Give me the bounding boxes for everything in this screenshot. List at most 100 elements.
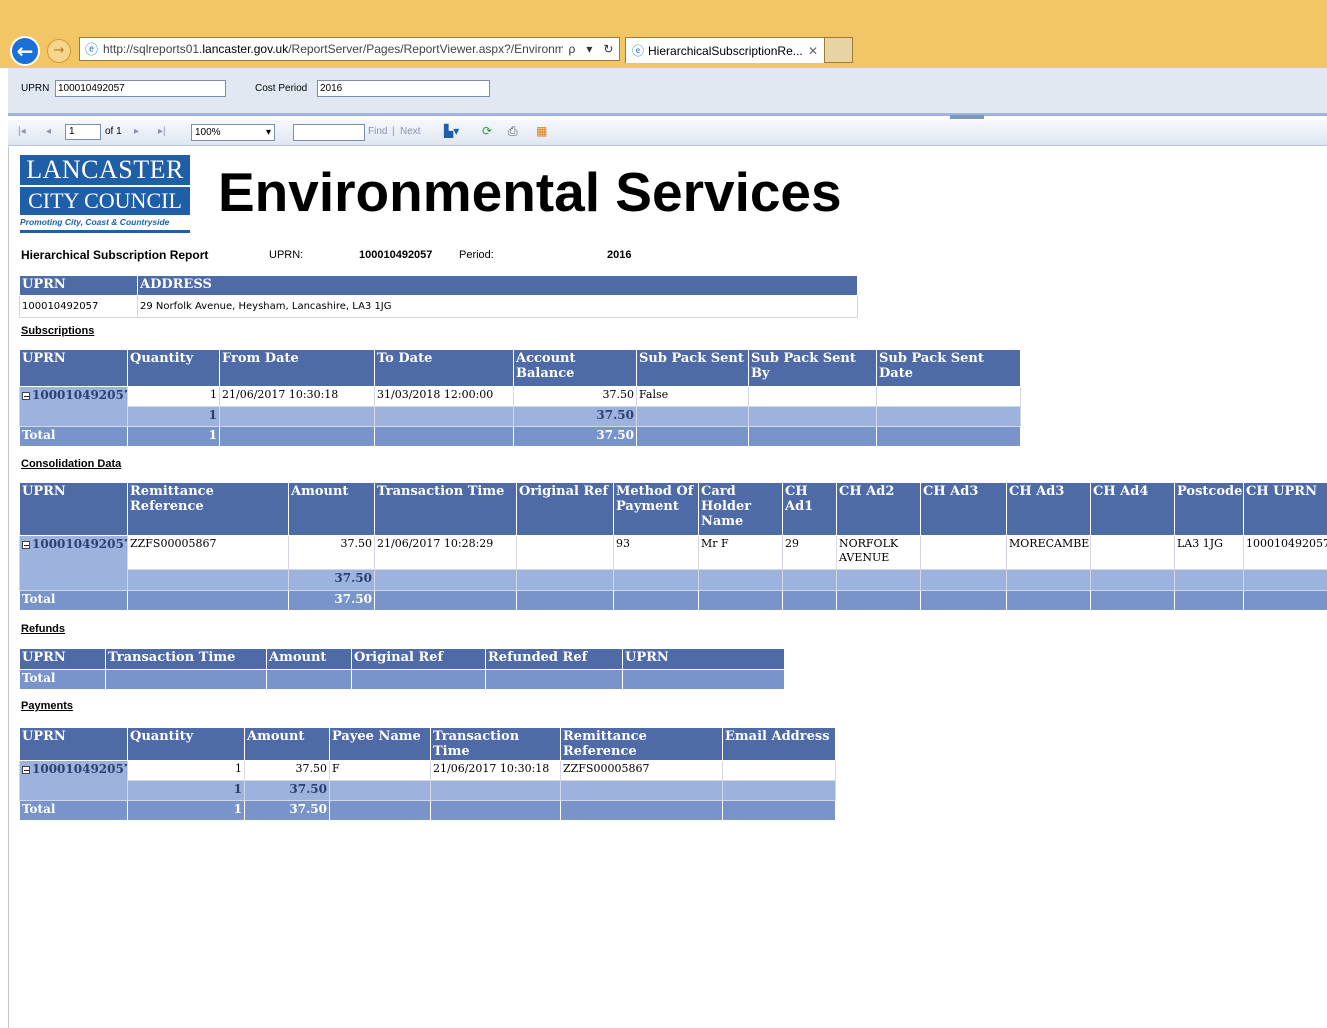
first-page-icon[interactable]: |◂ (18, 126, 26, 137)
group-uprn-cell[interactable]: −100010492057 (19, 760, 128, 801)
parameter-splitter-handle[interactable] (950, 115, 984, 119)
ref-total-label: Total (19, 669, 106, 690)
period-header-label: Period: (459, 249, 494, 261)
sub-total-label: Total (19, 426, 128, 447)
consolidation-table: UPRN Remittance Reference Amount Transac… (19, 482, 1327, 611)
next-page-icon[interactable]: ▸ (134, 126, 139, 137)
pay-col-quantity: Quantity (127, 727, 245, 761)
payments-table: UPRN Quantity Amount Payee Name Transact… (19, 727, 836, 821)
con-ch-ad3 (920, 535, 1007, 570)
pay-remittance: ZZFS00005867 (560, 760, 723, 781)
pay-quantity: 1 (127, 760, 245, 781)
council-logo: LANCASTER CITY COUNCIL Promoting City, C… (20, 155, 190, 233)
pay-total-label: Total (19, 800, 128, 821)
zoom-select[interactable]: 100% ▾ (191, 124, 275, 141)
collapse-toggle-icon[interactable]: − (22, 540, 30, 549)
pay-email (722, 760, 836, 781)
chevron-down-icon[interactable]: ▾ (586, 42, 592, 56)
ref-col-original-ref: Original Ref (351, 648, 486, 670)
address-uprn: 100010492057 (19, 295, 138, 318)
total-row: Total 1 37.50 (19, 426, 1021, 447)
back-arrow-icon[interactable]: ← (10, 36, 40, 66)
logo-tagline: Promoting City, Coast & Countryside (20, 217, 170, 227)
pay-total-quantity: 1 (127, 800, 245, 821)
con-col-transaction-time: Transaction Time (374, 482, 517, 536)
tab-title: HierarchicalSubscriptionRe... (648, 43, 803, 58)
sub-col-sub-pack-sent: Sub Pack Sent (636, 349, 749, 387)
pay-col-uprn: UPRN (19, 727, 128, 761)
sub-balance: 37.50 (513, 386, 637, 407)
report-title: Environmental Services (218, 161, 842, 223)
sub-col-sub-pack-sent-by: Sub Pack Sent By (748, 349, 877, 387)
forward-arrow-icon[interactable]: → (47, 39, 71, 63)
collapse-toggle-icon[interactable]: − (22, 391, 30, 400)
collapse-toggle-icon[interactable]: − (22, 765, 30, 774)
address-value: 29 Norfolk Avenue, Heysham, Lancashire, … (137, 295, 858, 318)
subscriptions-table: UPRN Quantity From Date To Date Account … (19, 349, 1021, 447)
pay-total-amount: 37.50 (244, 800, 330, 821)
ref-col-uprn-2: UPRN (622, 648, 785, 670)
refresh-icon[interactable]: ↻ (603, 42, 613, 56)
address-url[interactable]: http://sqlreports01.lancaster.gov.uk/Rep… (103, 42, 563, 56)
con-col-card-holder: Card Holder Name (698, 482, 783, 536)
address-bar[interactable]: ⓔ http://sqlreports01.lancaster.gov.uk/R… (79, 37, 620, 61)
sub-pack-sent-date (876, 386, 1021, 407)
cost-period-input[interactable]: 2016 (317, 80, 490, 97)
close-icon[interactable]: ✕ (808, 44, 818, 58)
find-link[interactable]: Find (368, 126, 387, 137)
last-page-icon[interactable]: ▸| (158, 126, 166, 137)
browser-tab[interactable]: ⓔ HierarchicalSubscriptionRe... ✕ (625, 37, 825, 63)
pay-col-amount: Amount (244, 727, 330, 761)
pay-col-transaction-time: Transaction Time (430, 727, 561, 761)
pay-col-payee-name: Payee Name (329, 727, 431, 761)
export-icon[interactable]: ▙▾ (444, 124, 459, 138)
new-tab-button[interactable] (825, 37, 853, 63)
find-input[interactable] (293, 124, 365, 141)
total-row: Total 37.50 (19, 590, 1327, 611)
previous-page-icon[interactable]: ◂ (46, 126, 51, 137)
ref-col-uprn: UPRN (19, 648, 106, 670)
con-ch-uprn: 100010492057 (1243, 535, 1327, 570)
con-subtotal-amount: 37.50 (288, 569, 375, 591)
sub-total-balance: 37.50 (513, 426, 637, 447)
toolbar-separator: | (392, 126, 395, 137)
refunds-heading: Refunds (21, 623, 65, 635)
con-ch-ad3b: MORECAMBE (1006, 535, 1091, 570)
sub-col-sub-pack-sent-date: Sub Pack Sent Date (876, 349, 1021, 387)
con-transaction-time: 21/06/2017 10:28:29 (374, 535, 517, 570)
uprn-param-input[interactable]: 100010492057 (55, 80, 226, 97)
sub-col-quantity: Quantity (127, 349, 220, 387)
page-number-input[interactable]: 1 (65, 124, 101, 140)
table-row: −100010492057 ZZFS00005867 37.50 21/06/2… (19, 535, 1327, 591)
refresh-report-icon[interactable]: ⟳ (482, 124, 492, 138)
refunds-table: UPRN Transaction Time Amount Original Re… (19, 648, 785, 690)
uprn-header-value: 100010492057 (359, 249, 433, 261)
atom-feed-icon[interactable]: ▦ (536, 124, 547, 138)
print-icon[interactable]: ⎙ (508, 124, 518, 139)
sub-col-account-balance: Account Balance (513, 349, 637, 387)
search-icon[interactable]: ρ (569, 42, 576, 56)
subscriptions-heading: Subscriptions (21, 325, 95, 337)
con-col-ch-ad2: CH Ad2 (836, 482, 921, 536)
sub-pack-sent-by (748, 386, 877, 407)
pay-transaction-time: 21/06/2017 10:30:18 (430, 760, 561, 781)
uprn-param-label: UPRN (21, 83, 50, 94)
table-row: −100010492057 1 37.50 F 21/06/2017 10:30… (19, 760, 836, 801)
sub-col-to-date: To Date (374, 349, 514, 387)
sub-subtotal-quantity: 1 (127, 406, 220, 427)
cost-period-label: Cost Period (255, 83, 308, 94)
group-uprn-cell[interactable]: −100010492057 (19, 535, 128, 591)
next-link[interactable]: Next (400, 126, 421, 137)
con-remittance: ZZFS00005867 (127, 535, 289, 570)
group-uprn-cell[interactable]: −100010492057 (19, 386, 128, 427)
sub-pack-sent: False (636, 386, 749, 407)
con-col-ch-ad4: CH Ad4 (1090, 482, 1175, 536)
con-col-ch-ad3b: CH Ad3 (1006, 482, 1091, 536)
chevron-down-icon: ▾ (265, 127, 271, 138)
con-ch-ad2: NORFOLK AVENUE (836, 535, 921, 570)
uprn-header-label: UPRN: (269, 249, 304, 261)
page-count-label: of 1 (105, 126, 122, 137)
browser-chrome: ← → ⓔ http://sqlreports01.lancaster.gov.… (0, 0, 1327, 68)
consolidation-heading: Consolidation Data (21, 458, 122, 470)
ref-col-refunded-ref: Refunded Ref (485, 648, 623, 670)
